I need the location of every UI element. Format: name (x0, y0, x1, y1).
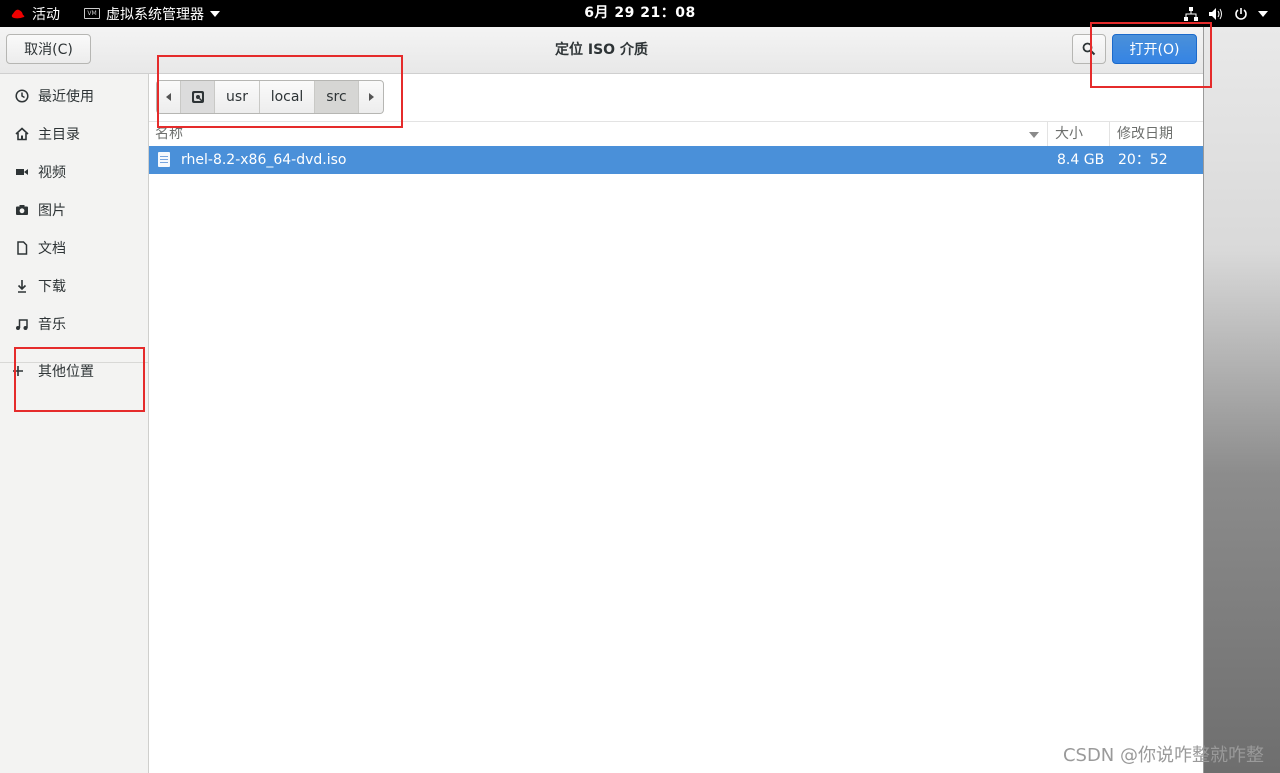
sidebar-item-documents[interactable]: 文档 (0, 232, 148, 264)
sidebar-item-label: 图片 (38, 203, 66, 219)
sidebar-item-home[interactable]: 主目录 (0, 118, 148, 150)
file-size: 8.4 GB (1057, 152, 1105, 168)
sidebar-item-label: 视频 (38, 165, 66, 181)
file-modified: 20：52 (1118, 152, 1168, 168)
network-icon (1184, 6, 1198, 21)
sidebar-item-pictures[interactable]: 图片 (0, 194, 148, 226)
redhat-logo-icon (11, 9, 25, 18)
sidebar-item-label: 主目录 (38, 127, 80, 143)
clock-icon (14, 88, 30, 104)
power-icon (1235, 7, 1247, 20)
download-icon (14, 278, 30, 294)
places-sidebar: 最近使用 主目录 视频 图片 文档 下载 音乐 其他位置 (0, 74, 149, 773)
file-chooser-dialog: 取消(C) 定位 ISO 介质 打开(O) 最近使用 主目录 视频 图片 文档 … (0, 27, 1204, 773)
app-menu-label: 虚拟系统管理器 (106, 6, 204, 23)
clock[interactable]: 6月 29 21：08 (584, 5, 695, 21)
annotation-box-open-button (1090, 22, 1212, 88)
annotation-box-other-locations (14, 347, 145, 412)
music-icon (14, 316, 30, 332)
column-header-size[interactable]: 大小 (1047, 122, 1107, 147)
sidebar-item-label: 音乐 (38, 317, 66, 333)
sort-descending-icon (1029, 132, 1039, 138)
top-bar: 活动 VM 虚拟系统管理器 6月 29 21：08 (0, 0, 1280, 27)
cancel-button[interactable]: 取消(C) (6, 34, 91, 64)
table-row[interactable]: rhel-8.2-x86_64-dvd.iso 8.4 GB 20：52 (149, 146, 1203, 174)
file-icon (158, 152, 170, 167)
sidebar-item-music[interactable]: 音乐 (0, 308, 148, 340)
annotation-box-pathbar (157, 55, 403, 128)
sidebar-item-videos[interactable]: 视频 (0, 156, 148, 188)
virt-manager-icon: VM (84, 8, 100, 19)
activities-label: 活动 (32, 6, 60, 23)
column-header-modified[interactable]: 修改日期 (1109, 122, 1197, 147)
home-icon (14, 126, 30, 142)
app-menu[interactable]: VM 虚拟系统管理器 (84, 0, 220, 27)
file-name: rhel-8.2-x86_64-dvd.iso (181, 152, 347, 168)
desktop-background (1200, 27, 1280, 773)
sidebar-item-label: 最近使用 (38, 89, 94, 105)
activities-button[interactable]: 活动 (10, 0, 60, 27)
sidebar-item-downloads[interactable]: 下载 (0, 270, 148, 302)
sidebar-item-label: 下载 (38, 279, 66, 295)
video-icon (14, 164, 30, 180)
chevron-down-icon (210, 10, 220, 17)
document-icon (14, 240, 30, 256)
sidebar-item-label: 文档 (38, 241, 66, 257)
watermark: CSDN @你说咋整就咋整 (1062, 745, 1264, 766)
camera-icon (14, 202, 30, 218)
sidebar-item-recent[interactable]: 最近使用 (0, 80, 148, 112)
chevron-down-icon (1258, 10, 1268, 17)
volume-icon (1209, 7, 1222, 20)
